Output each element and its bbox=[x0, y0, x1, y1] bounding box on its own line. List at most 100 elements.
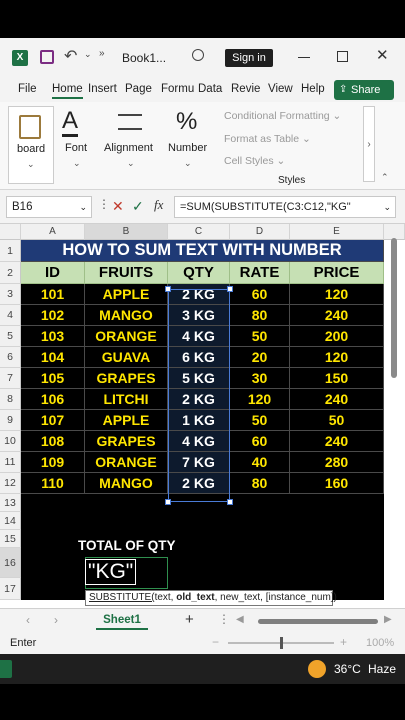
minimize-icon[interactable] bbox=[298, 57, 310, 58]
scroll-right-icon[interactable]: ▶ bbox=[384, 614, 392, 625]
data-cell[interactable]: 160 bbox=[290, 473, 384, 494]
data-cell[interactable]: 107 bbox=[21, 410, 85, 431]
data-cell[interactable]: 106 bbox=[21, 389, 85, 410]
sheet1-tab[interactable]: Sheet1 bbox=[96, 612, 148, 630]
row-header-7[interactable]: 7 bbox=[0, 368, 21, 389]
data-cell[interactable]: GRAPES bbox=[85, 368, 168, 389]
conditional-formatting-button[interactable]: Conditional Formatting ⌄ bbox=[224, 110, 341, 122]
name-box[interactable]: B16 ⌄ bbox=[6, 196, 92, 218]
header-cell[interactable]: ID bbox=[21, 262, 85, 284]
cell-styles-button[interactable]: Cell Styles ⌄ bbox=[224, 155, 285, 167]
row-header-3[interactable]: 3 bbox=[0, 284, 21, 305]
header-cell[interactable]: QTY bbox=[168, 262, 230, 284]
share-button[interactable]: Share ⇪ bbox=[334, 80, 394, 100]
worksheet-grid[interactable]: A B C D E 1 2 3 4 5 6 7 8 9 10 11 12 13 14 15 16 17 HOW … bbox=[0, 224, 405, 608]
row-header-5[interactable]: 5 bbox=[0, 326, 21, 347]
horizontal-scrollbar[interactable] bbox=[258, 619, 378, 624]
data-cell[interactable]: 40 bbox=[230, 452, 290, 473]
row-header-1[interactable]: 1 bbox=[0, 240, 21, 262]
data-cell[interactable]: MANGO bbox=[85, 305, 168, 326]
data-cell[interactable]: 109 bbox=[21, 452, 85, 473]
row-header-15[interactable]: 15 bbox=[0, 530, 21, 548]
insert-function-icon[interactable]: fx bbox=[154, 197, 163, 213]
number-group[interactable]: % Number ⌄ bbox=[166, 106, 210, 184]
next-sheet-icon[interactable]: › bbox=[54, 613, 58, 627]
column-header-b[interactable]: B bbox=[85, 224, 168, 240]
data-cell[interactable]: 240 bbox=[290, 389, 384, 410]
alignment-group[interactable]: Alignment ⌄ bbox=[102, 106, 158, 184]
data-cell[interactable]: 30 bbox=[230, 368, 290, 389]
row-header-13[interactable]: 13 bbox=[0, 494, 21, 512]
data-cell[interactable]: 120 bbox=[290, 284, 384, 305]
header-cell[interactable]: PRICE bbox=[290, 262, 384, 284]
menu-home[interactable]: Home bbox=[52, 83, 83, 99]
selection-handle[interactable] bbox=[227, 499, 233, 505]
add-sheet-button[interactable]: + bbox=[185, 611, 194, 628]
row-header-6[interactable]: 6 bbox=[0, 347, 21, 368]
scroll-left-icon[interactable]: ◀ bbox=[236, 614, 244, 625]
undo-icon[interactable]: ↶ bbox=[64, 46, 77, 66]
selection-handle[interactable] bbox=[227, 286, 233, 292]
menu-view[interactable]: View bbox=[268, 83, 293, 95]
row-header-8[interactable]: 8 bbox=[0, 389, 21, 410]
menu-review[interactable]: Revie bbox=[231, 83, 260, 95]
data-cell[interactable]: 50 bbox=[230, 326, 290, 347]
menu-page[interactable]: Page bbox=[125, 83, 152, 95]
row-header-12[interactable]: 12 bbox=[0, 473, 21, 494]
vertical-scrollbar[interactable] bbox=[390, 238, 398, 598]
data-cell[interactable]: 60 bbox=[230, 431, 290, 452]
sign-in-button[interactable]: Sign in bbox=[225, 49, 273, 67]
data-cell[interactable]: 50 bbox=[230, 410, 290, 431]
excel-taskbar-icon[interactable] bbox=[0, 660, 12, 678]
data-cell[interactable]: 240 bbox=[290, 305, 384, 326]
data-cell[interactable]: 120 bbox=[290, 347, 384, 368]
save-icon[interactable] bbox=[40, 50, 54, 64]
collapse-ribbon-icon[interactable]: ⌃ bbox=[381, 172, 389, 183]
row-header-10[interactable]: 10 bbox=[0, 431, 21, 452]
close-icon[interactable]: ✕ bbox=[376, 46, 389, 64]
row-header-16[interactable]: 16 bbox=[0, 548, 21, 578]
enter-icon[interactable]: ✓ bbox=[132, 198, 144, 215]
data-cell[interactable]: 103 bbox=[21, 326, 85, 347]
select-all-corner[interactable] bbox=[0, 224, 21, 240]
scroll-thumb[interactable] bbox=[391, 238, 397, 378]
column-header-e[interactable]: E bbox=[290, 224, 384, 240]
undo-dropdown-icon[interactable]: ⌄ bbox=[84, 49, 92, 60]
data-cell[interactable]: 200 bbox=[290, 326, 384, 347]
row-header-2[interactable]: 2 bbox=[0, 262, 21, 284]
data-cell[interactable]: ORANGE bbox=[85, 326, 168, 347]
data-cell[interactable]: 110 bbox=[21, 473, 85, 494]
data-cell[interactable]: 50 bbox=[290, 410, 384, 431]
row-header-17[interactable]: 17 bbox=[0, 578, 21, 600]
selection-handle[interactable] bbox=[165, 286, 171, 292]
search-icon[interactable] bbox=[192, 49, 204, 61]
tooltip-rest[interactable]: , new_text, [instance_num]) bbox=[215, 592, 337, 603]
cancel-icon[interactable]: ✕ bbox=[112, 198, 124, 215]
column-header-a[interactable]: A bbox=[21, 224, 85, 240]
menu-insert[interactable]: Insert bbox=[88, 83, 117, 95]
menu-file[interactable]: File bbox=[18, 83, 37, 95]
data-cell[interactable]: ORANGE bbox=[85, 452, 168, 473]
data-cell[interactable]: 80 bbox=[230, 473, 290, 494]
menu-formulas[interactable]: Formu bbox=[161, 83, 194, 95]
zoom-out-icon[interactable]: − bbox=[212, 635, 219, 649]
data-cell[interactable]: 102 bbox=[21, 305, 85, 326]
maximize-icon[interactable] bbox=[337, 51, 348, 62]
data-cell[interactable]: GUAVA bbox=[85, 347, 168, 368]
row-header-14[interactable]: 14 bbox=[0, 512, 21, 530]
data-cell[interactable]: MANGO bbox=[85, 473, 168, 494]
data-cell[interactable]: GRAPES bbox=[85, 431, 168, 452]
sheet-title[interactable]: HOW TO SUM TEXT WITH NUMBER bbox=[21, 240, 384, 262]
data-cell[interactable]: 280 bbox=[290, 452, 384, 473]
header-cell[interactable]: RATE bbox=[230, 262, 290, 284]
row-header-4[interactable]: 4 bbox=[0, 305, 21, 326]
data-cell[interactable]: APPLE bbox=[85, 410, 168, 431]
data-cell[interactable]: LITCHI bbox=[85, 389, 168, 410]
tooltip-arg2[interactable]: old_text bbox=[176, 592, 214, 603]
data-cell[interactable]: 120 bbox=[230, 389, 290, 410]
data-cell[interactable]: 105 bbox=[21, 368, 85, 389]
zoom-in-icon[interactable]: + bbox=[340, 635, 347, 649]
tab-options-icon[interactable]: ⋮ bbox=[218, 612, 230, 626]
data-cell[interactable]: 104 bbox=[21, 347, 85, 368]
font-group[interactable]: A Font ⌄ bbox=[58, 106, 94, 184]
